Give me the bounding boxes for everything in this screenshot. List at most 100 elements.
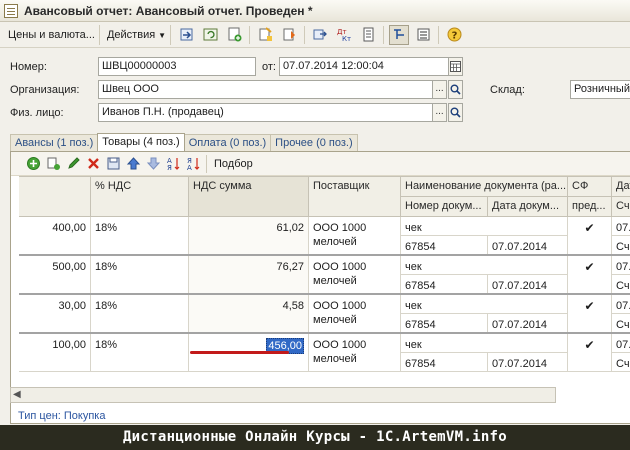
cell-supplier[interactable]: ООО 1000 мелочей (309, 334, 401, 372)
warehouse-field[interactable]: Розничный (570, 80, 630, 99)
cell-doc-name[interactable]: чек (401, 295, 568, 314)
organization-field[interactable]: Швец ООО (98, 80, 433, 99)
tab-advances[interactable]: Авансы (1 поз.) (10, 134, 99, 152)
cell-doc-name[interactable]: чек (401, 334, 568, 353)
cell-amount[interactable]: 400,00 (19, 217, 91, 255)
cell-doc-number[interactable]: 67854 (401, 353, 488, 372)
pick-button[interactable]: Подбор (214, 158, 253, 170)
calendar-button[interactable] (448, 57, 463, 76)
date-field[interactable]: 07.07.2014 12:00:04 (279, 57, 449, 76)
end-edit-button[interactable] (104, 155, 122, 173)
cell-date[interactable]: 07.0 (612, 217, 630, 236)
main-toolbar: Цены и валюта... Действия ▼ Дт Кт ? (0, 22, 630, 48)
cell-account[interactable]: Счет (612, 275, 630, 294)
structure-button[interactable] (389, 24, 410, 45)
cell-doc-number[interactable]: 67854 (401, 236, 488, 255)
save-doc-button[interactable] (279, 25, 299, 45)
refresh-button[interactable] (200, 25, 220, 45)
cell-doc-date[interactable]: 07.07.2014 (488, 275, 568, 294)
column-header-amount[interactable] (19, 177, 91, 217)
cell-account[interactable]: Счет (612, 314, 630, 333)
prices-currency-button[interactable]: Цены и валюта... (4, 24, 100, 45)
column-header-account[interactable]: Счет (612, 197, 630, 217)
cell-doc-number[interactable]: 67854 (401, 314, 488, 333)
cell-account[interactable]: Счет (612, 353, 630, 372)
cell-doc-name[interactable]: чек (401, 217, 568, 236)
svg-text:?: ? (451, 31, 457, 42)
column-header-vat-percent[interactable]: % НДС (91, 177, 189, 217)
copy-row-button[interactable] (44, 155, 62, 173)
scroll-left-icon[interactable]: ◀ (13, 388, 21, 402)
column-header-supplier[interactable]: Поставщик (309, 177, 401, 217)
sort-asc-button[interactable]: АЯ (164, 155, 182, 173)
price-type-link[interactable]: Тип цен: Покупка (18, 410, 105, 422)
number-field[interactable]: ШВЦ00000003 (98, 57, 256, 76)
horizontal-scrollbar[interactable]: ◀ (10, 387, 556, 403)
cell-vat-sum[interactable]: 4,58 (189, 295, 309, 333)
cell-amount[interactable]: 30,00 (19, 295, 91, 333)
tab-other[interactable]: Прочее (0 поз.) (270, 134, 358, 152)
cell-vat-sum[interactable]: 76,27 (189, 256, 309, 294)
cell-vat-percent[interactable]: 18% (91, 256, 189, 294)
person-open-button[interactable] (448, 103, 463, 122)
tab-goods[interactable]: Товары (4 поз.) (97, 133, 185, 153)
cell-doc-date[interactable]: 07.07.2014 (488, 236, 568, 255)
sort-desc-button[interactable]: ЯА (184, 155, 202, 173)
cell-doc-name[interactable]: чек (401, 256, 568, 275)
actions-menu-button[interactable]: Действия ▼ (103, 24, 172, 45)
add-based-button[interactable] (224, 25, 244, 45)
organization-open-button[interactable] (448, 80, 463, 99)
cell-date[interactable]: 07.0 (612, 334, 630, 353)
toolbar-separator (383, 25, 385, 44)
cell-amount[interactable]: 100,00 (19, 334, 91, 372)
cell-sf-checkbox[interactable]: ✔ (568, 295, 612, 333)
move-up-button[interactable] (124, 155, 142, 173)
list-icon (417, 28, 430, 41)
column-header-doc-date[interactable]: Дата докум... (488, 197, 568, 217)
cell-supplier[interactable]: ООО 1000 мелочей (309, 295, 401, 333)
column-header-sf[interactable]: СФ (568, 177, 612, 197)
cell-account[interactable]: Счет (612, 236, 630, 255)
add-row-button[interactable] (24, 155, 42, 173)
cell-date[interactable]: 07.0 (612, 256, 630, 275)
cell-vat-sum[interactable]: 61,02 (189, 217, 309, 255)
list-view-button[interactable] (413, 25, 433, 45)
move-down-button[interactable] (144, 155, 162, 173)
end-edit-icon (107, 157, 119, 170)
column-header-doc-number[interactable]: Номер докум... (401, 197, 488, 217)
copy-doc-button[interactable] (255, 25, 275, 45)
delete-row-button[interactable] (84, 155, 102, 173)
supplier-name: ООО 1000 (313, 261, 367, 273)
structure-icon (393, 29, 404, 39)
organization-select-button[interactable]: ... (432, 80, 447, 99)
cell-doc-date[interactable]: 07.07.2014 (488, 353, 568, 372)
column-header-date[interactable]: Дата (612, 177, 630, 197)
cell-sf-checkbox[interactable]: ✔ (568, 256, 612, 294)
supplier-name-cont: мелочей (313, 314, 357, 326)
column-header-doc-name[interactable]: Наименование документа (ра... (401, 177, 568, 197)
cell-date[interactable]: 07.0 (612, 295, 630, 314)
cell-supplier[interactable]: ООО 1000 мелочей (309, 217, 401, 255)
cell-sf-checkbox[interactable]: ✔ (568, 217, 612, 255)
column-header-vat-sum[interactable]: НДС сумма (189, 177, 309, 217)
cell-vat-percent[interactable]: 18% (91, 217, 189, 255)
help-button[interactable]: ? (444, 25, 464, 45)
tab-payment[interactable]: Оплата (0 поз.) (183, 134, 272, 152)
cell-doc-date[interactable]: 07.07.2014 (488, 314, 568, 333)
cell-sf-checkbox[interactable]: ✔ (568, 334, 612, 372)
column-header-sf-sub[interactable]: пред... (568, 197, 612, 217)
cell-vat-percent[interactable]: 18% (91, 295, 189, 333)
post-button[interactable] (176, 25, 196, 45)
edit-row-button[interactable] (64, 155, 82, 173)
go-button[interactable] (310, 25, 330, 45)
goods-panel: АЯ ЯА Подбор % НДС НДС сумма Поставщик Н… (10, 151, 630, 424)
cell-amount[interactable]: 500,00 (19, 256, 91, 294)
person-field[interactable]: Иванов П.Н. (продавец) (98, 103, 433, 122)
cell-vat-percent[interactable]: 18% (91, 334, 189, 372)
person-select-button[interactable]: ... (432, 103, 447, 122)
ellipsis-icon: ... (435, 83, 444, 94)
cell-doc-number[interactable]: 67854 (401, 275, 488, 294)
cell-supplier[interactable]: ООО 1000 мелочей (309, 256, 401, 294)
report-button[interactable] (358, 25, 378, 45)
dt-kt-button[interactable]: Дт Кт (334, 25, 354, 45)
